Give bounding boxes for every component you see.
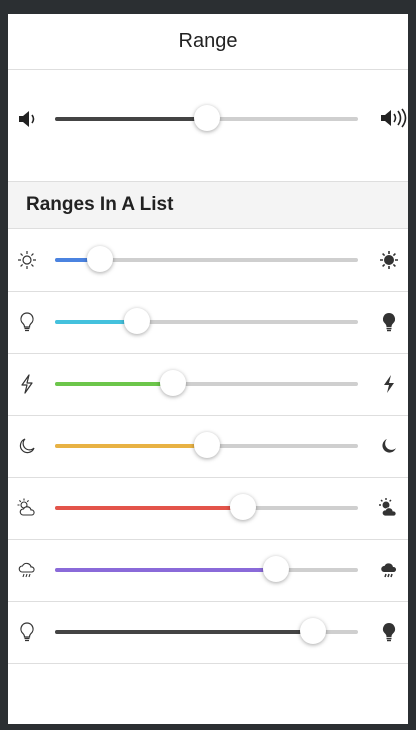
range-slider[interactable] — [55, 308, 358, 334]
range-slider-thumb[interactable] — [263, 556, 290, 582]
range-slider-thumb[interactable] — [229, 494, 256, 520]
bulb-filled-icon — [378, 311, 400, 333]
range-slider-thumb[interactable] — [160, 370, 187, 396]
range-slider-thumb[interactable] — [193, 432, 220, 458]
list-item — [8, 229, 408, 292]
volume-slider-fill — [55, 117, 207, 121]
rainy-filled-icon — [378, 559, 400, 581]
range-slider-fill — [55, 382, 174, 386]
volume-slider-thumb[interactable] — [193, 105, 220, 131]
bulb-outline-icon — [16, 311, 38, 333]
range-slider-fill — [55, 444, 207, 448]
partly-sunny-outline-icon — [16, 497, 38, 519]
app-frame: Range Ranges In A List — [8, 14, 408, 724]
volume-range-row — [8, 70, 408, 182]
bulb-filled-icon — [378, 621, 400, 643]
list-item — [8, 291, 408, 354]
list-item — [8, 353, 408, 416]
volume-low-icon — [17, 108, 39, 130]
bulb-outline-icon — [16, 621, 38, 643]
list-item — [8, 477, 408, 540]
range-slider-thumb[interactable] — [87, 246, 114, 272]
rainy-outline-icon — [16, 559, 38, 581]
volume-slider[interactable] — [55, 105, 358, 131]
sun-outline-icon — [16, 249, 38, 271]
list-item — [8, 415, 408, 478]
range-slider-thumb[interactable] — [299, 618, 326, 644]
range-slider-fill — [55, 568, 277, 572]
list-section-header: Ranges In A List — [8, 182, 408, 229]
range-slider[interactable] — [55, 618, 358, 644]
page-header: Range — [8, 14, 408, 70]
range-slider-fill — [55, 506, 243, 510]
range-slider-fill — [55, 630, 313, 634]
page-title: Range — [178, 30, 238, 52]
range-slider[interactable] — [55, 494, 358, 520]
list-item — [8, 539, 408, 602]
bolt-filled-icon — [378, 373, 400, 395]
bolt-outline-icon — [16, 373, 38, 395]
volume-high-icon — [380, 107, 410, 129]
range-slider[interactable] — [55, 246, 358, 272]
range-slider[interactable] — [55, 432, 358, 458]
list-item — [8, 601, 408, 664]
moon-filled-icon — [378, 435, 400, 457]
list-section-title: Ranges In A List — [26, 194, 174, 215]
sun-filled-icon — [378, 249, 400, 271]
range-slider[interactable] — [55, 556, 358, 582]
range-slider[interactable] — [55, 370, 358, 396]
partly-sunny-filled-icon — [378, 497, 400, 519]
moon-outline-icon — [16, 435, 38, 457]
range-slider-thumb[interactable] — [123, 308, 150, 334]
